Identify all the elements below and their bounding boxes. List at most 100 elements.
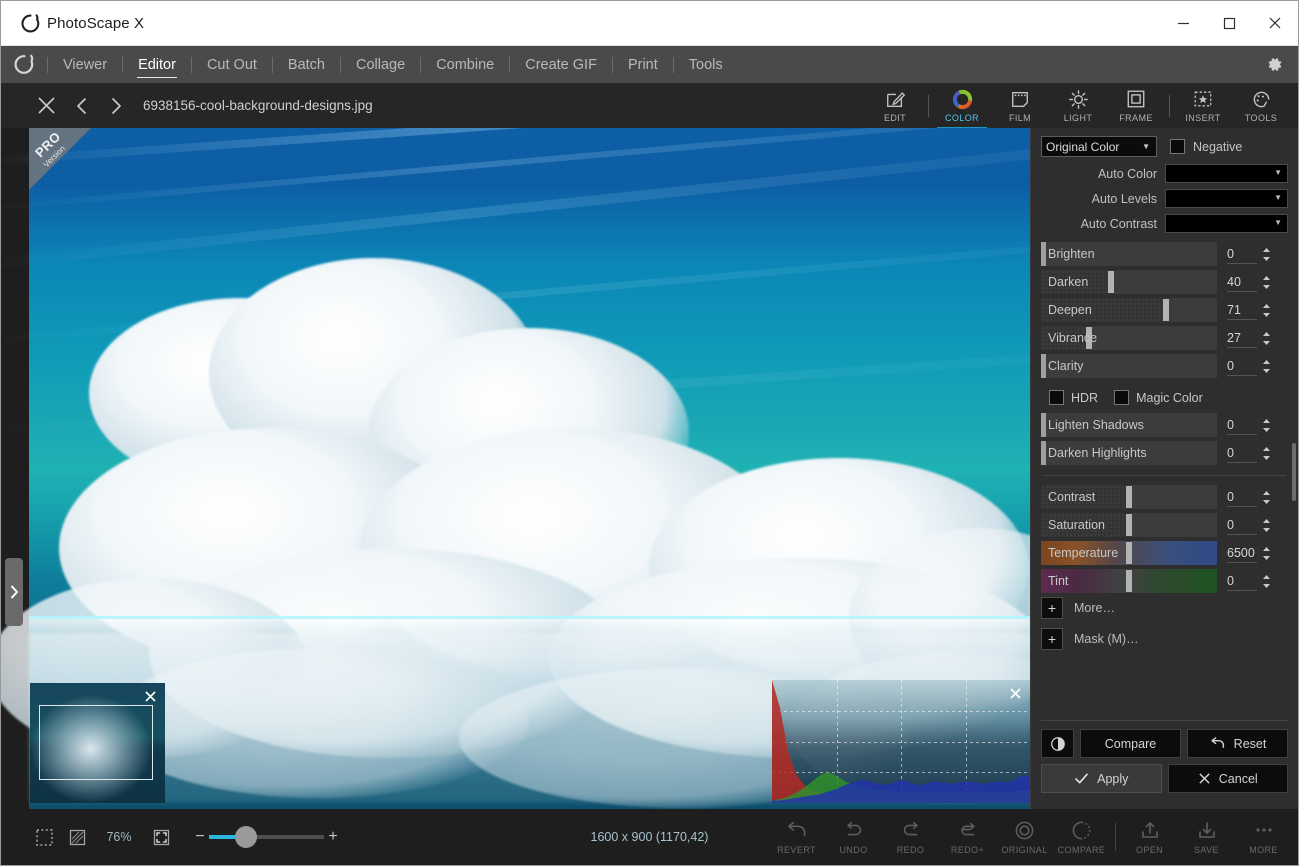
close-file-icon[interactable] bbox=[31, 91, 61, 121]
zoom-slider-track[interactable] bbox=[209, 826, 324, 848]
menu-item-cut-out[interactable]: Cut Out bbox=[192, 46, 272, 83]
auto-contrast-select[interactable]: ▼ bbox=[1165, 214, 1288, 233]
spinner-arrows-icon[interactable] bbox=[1261, 446, 1272, 461]
slider-value-contrast[interactable]: 0 bbox=[1227, 488, 1257, 507]
apply-button[interactable]: Apply bbox=[1041, 764, 1162, 793]
slider-value-deepen[interactable]: 71 bbox=[1227, 301, 1257, 320]
slider-track-clarity[interactable]: Clarity bbox=[1041, 354, 1217, 378]
chevron-right-icon[interactable] bbox=[101, 91, 131, 121]
marquee-select-icon[interactable] bbox=[31, 824, 57, 850]
fit-screen-icon[interactable] bbox=[148, 824, 174, 850]
color-preset-select[interactable]: Original Color ▼ bbox=[1041, 136, 1157, 157]
slider-value-vibrance[interactable]: 27 bbox=[1227, 329, 1257, 348]
slider-track-tint[interactable]: Tint bbox=[1041, 569, 1217, 593]
menu-item-viewer[interactable]: Viewer bbox=[48, 46, 122, 83]
tool-tab-frame[interactable]: FRAME bbox=[1107, 83, 1165, 128]
slider-value-darken-highlights[interactable]: 0 bbox=[1227, 444, 1257, 463]
spinner-arrows-icon[interactable] bbox=[1261, 359, 1272, 374]
panel-scrollbar[interactable] bbox=[1292, 443, 1296, 501]
slider-thumb[interactable] bbox=[1126, 486, 1132, 508]
histogram-overlay[interactable] bbox=[772, 680, 1030, 803]
slider-track-lighten-shadows[interactable]: Lighten Shadows bbox=[1041, 413, 1217, 437]
slider-thumb[interactable] bbox=[1041, 441, 1046, 465]
undo-button[interactable]: UNDO bbox=[825, 819, 882, 855]
slider-thumb[interactable] bbox=[1126, 514, 1132, 536]
more-button[interactable]: MORE bbox=[1235, 819, 1292, 855]
reset-button[interactable]: Reset bbox=[1187, 729, 1288, 758]
redo-button[interactable]: REDO bbox=[882, 819, 939, 855]
spinner-arrows-icon[interactable] bbox=[1261, 275, 1272, 290]
slider-track-saturation[interactable]: Saturation bbox=[1041, 513, 1217, 537]
zoom-slider[interactable]: − + bbox=[191, 826, 342, 848]
spinner-arrows-icon[interactable] bbox=[1261, 546, 1272, 561]
spinner-arrows-icon[interactable] bbox=[1261, 247, 1272, 262]
mask-row[interactable]: + Mask (M)… bbox=[1041, 628, 1288, 650]
slider-track-deepen[interactable]: Deepen bbox=[1041, 298, 1217, 322]
zoom-slider-knob[interactable] bbox=[235, 826, 257, 848]
slider-thumb[interactable] bbox=[1162, 299, 1169, 321]
slider-thumb[interactable] bbox=[1041, 354, 1046, 378]
revert-button[interactable]: REVERT bbox=[768, 819, 825, 855]
redo-plus-button[interactable]: REDO+ bbox=[939, 819, 996, 855]
cancel-button[interactable]: Cancel bbox=[1167, 764, 1288, 793]
spinner-arrows-icon[interactable] bbox=[1261, 331, 1272, 346]
auto-levels-select[interactable]: ▼ bbox=[1165, 189, 1288, 208]
tool-tab-insert[interactable]: INSERT bbox=[1174, 83, 1232, 128]
slider-value-lighten-shadows[interactable]: 0 bbox=[1227, 416, 1257, 435]
navigator-viewport-rect[interactable] bbox=[39, 705, 153, 780]
auto-color-select[interactable]: ▼ bbox=[1165, 164, 1288, 183]
slider-thumb[interactable] bbox=[1041, 242, 1046, 266]
slider-value-brighten[interactable]: 0 bbox=[1227, 245, 1257, 264]
spinner-arrows-icon[interactable] bbox=[1261, 303, 1272, 318]
navigator-close-icon[interactable] bbox=[141, 687, 159, 705]
transparency-checker-icon[interactable] bbox=[64, 824, 90, 850]
menu-item-create-gif[interactable]: Create GIF bbox=[510, 46, 612, 83]
spinner-arrows-icon[interactable] bbox=[1261, 418, 1272, 433]
gear-icon[interactable] bbox=[1250, 46, 1298, 83]
more-row[interactable]: + More… bbox=[1041, 597, 1288, 619]
slider-thumb[interactable] bbox=[1041, 413, 1046, 437]
slider-value-tint[interactable]: 0 bbox=[1227, 572, 1257, 591]
slider-value-temperature[interactable]: 6500 bbox=[1227, 544, 1257, 563]
magic-color-checkbox[interactable] bbox=[1114, 390, 1130, 405]
hdr-checkbox[interactable] bbox=[1049, 390, 1064, 405]
slider-track-vibrance[interactable]: Vibrance bbox=[1041, 326, 1217, 350]
sidebar-expand-handle[interactable] bbox=[5, 558, 23, 626]
image-canvas[interactable]: PRO Version bbox=[1, 128, 1030, 809]
menu-item-combine[interactable]: Combine bbox=[421, 46, 509, 83]
slider-track-temperature[interactable]: Temperature bbox=[1041, 541, 1217, 565]
slider-track-contrast[interactable]: Contrast bbox=[1041, 485, 1217, 509]
slider-thumb[interactable] bbox=[1126, 542, 1132, 564]
split-compare-button[interactable] bbox=[1041, 729, 1074, 758]
chevron-left-icon[interactable] bbox=[67, 91, 97, 121]
original-button[interactable]: ORIGINAL bbox=[996, 819, 1053, 855]
close-button[interactable] bbox=[1252, 1, 1298, 45]
menu-item-batch[interactable]: Batch bbox=[273, 46, 340, 83]
spinner-arrows-icon[interactable] bbox=[1261, 518, 1272, 533]
tool-tab-film[interactable]: FILM bbox=[991, 83, 1049, 128]
spinner-arrows-icon[interactable] bbox=[1261, 490, 1272, 505]
compare-button[interactable]: Compare bbox=[1080, 729, 1181, 758]
maximize-button[interactable] bbox=[1206, 1, 1252, 45]
histogram-close-icon[interactable] bbox=[1006, 684, 1024, 702]
zoom-out-button[interactable]: − bbox=[191, 828, 209, 846]
menu-item-editor[interactable]: Editor bbox=[123, 46, 191, 83]
slider-value-saturation[interactable]: 0 bbox=[1227, 516, 1257, 535]
tool-tab-light[interactable]: LIGHT bbox=[1049, 83, 1107, 128]
minimize-button[interactable] bbox=[1160, 1, 1206, 45]
slider-track-brighten[interactable]: Brighten bbox=[1041, 242, 1217, 266]
slider-value-darken[interactable]: 40 bbox=[1227, 273, 1257, 292]
slider-track-darken[interactable]: Darken bbox=[1041, 270, 1217, 294]
navigator-thumbnail[interactable] bbox=[30, 683, 165, 803]
menu-item-print[interactable]: Print bbox=[613, 46, 673, 83]
slider-track-darken-highlights[interactable]: Darken Highlights bbox=[1041, 441, 1217, 465]
menu-item-tools[interactable]: Tools bbox=[674, 46, 738, 83]
tool-tab-edit[interactable]: EDIT bbox=[866, 83, 924, 128]
negative-checkbox[interactable] bbox=[1170, 139, 1185, 154]
tool-tab-color[interactable]: COLOR bbox=[933, 83, 991, 129]
compare-button-bottom[interactable]: COMPARE bbox=[1053, 819, 1110, 855]
slider-thumb[interactable] bbox=[1126, 570, 1132, 592]
slider-thumb[interactable] bbox=[1108, 271, 1115, 293]
menu-item-collage[interactable]: Collage bbox=[341, 46, 420, 83]
open-button[interactable]: OPEN bbox=[1121, 819, 1178, 855]
